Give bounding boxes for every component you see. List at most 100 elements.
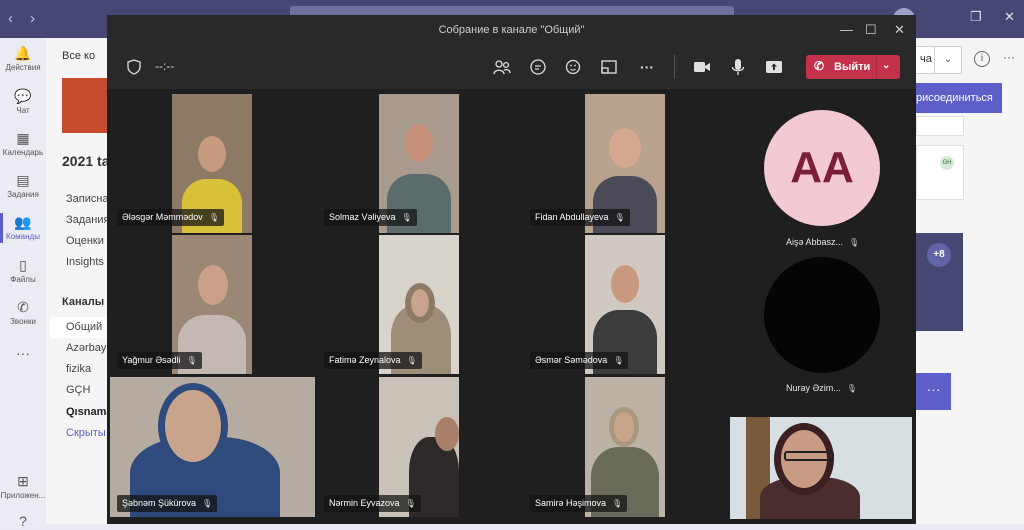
participant-name: Yağmur Əsədli bbox=[122, 355, 181, 365]
participant-name: Şəbnəm Şükürova bbox=[122, 498, 197, 508]
mic-muted-icon: 🎙 bbox=[846, 384, 857, 393]
participant-name: Nuray Əzim... bbox=[786, 383, 841, 393]
leave-button[interactable]: ✆ Выйти ⌄ bbox=[806, 55, 900, 79]
rail-label: Звонки bbox=[10, 317, 36, 326]
participant-name-label: Fidan Abdullayeva 🎙 bbox=[530, 209, 630, 226]
participant-name-label: Ələsgər Məmmədov 🎙 bbox=[117, 209, 224, 226]
rail-assignments[interactable]: ▤ Задания bbox=[0, 171, 46, 199]
camera-icon[interactable] bbox=[692, 57, 712, 77]
chat-icon[interactable] bbox=[528, 57, 548, 77]
close-icon[interactable]: ✕ bbox=[894, 22, 905, 38]
shield-icon bbox=[127, 59, 141, 75]
files-icon: ▯ bbox=[19, 257, 27, 273]
mic-muted-icon: 🎙 bbox=[612, 499, 623, 508]
meeting-timer: --:-- bbox=[155, 59, 175, 73]
apps-icon: ⊞ bbox=[17, 473, 29, 489]
info-icon[interactable]: i bbox=[974, 51, 990, 67]
share-screen-icon[interactable] bbox=[764, 57, 784, 77]
window-close-icon[interactable]: ✕ bbox=[1004, 9, 1015, 25]
user-badge: GH bbox=[940, 156, 954, 170]
help-icon: ? bbox=[19, 513, 27, 529]
maximize-icon[interactable]: ☐ bbox=[865, 22, 877, 38]
participant-name: Ələsgər Məmmədov bbox=[122, 212, 203, 222]
assignments-icon: ▤ bbox=[16, 172, 30, 188]
rail-label: Чат bbox=[16, 106, 30, 115]
participant-name: Fatimə Zeynalova bbox=[329, 355, 401, 365]
participant-name: Samirə Həşimova bbox=[535, 498, 607, 508]
rail-files[interactable]: ▯ Файлы bbox=[0, 256, 46, 284]
participant-face bbox=[405, 124, 433, 162]
chevron-down-icon[interactable]: ⌄ bbox=[934, 46, 962, 74]
rail-calendar[interactable]: ▦ Календарь bbox=[0, 129, 46, 157]
toolbar-divider bbox=[674, 55, 675, 79]
participant-face bbox=[198, 136, 226, 172]
more-actions-button[interactable]: ··· bbox=[916, 373, 951, 410]
participant-name-label: Fatimə Zeynalova 🎙 bbox=[324, 352, 422, 369]
minimize-icon[interactable]: — bbox=[840, 22, 853, 38]
meeting-toolbar: --:-- ··· ✆ Выйти ⌄ bbox=[107, 45, 916, 89]
chevron-down-icon[interactable]: ⌄ bbox=[882, 60, 890, 71]
mic-muted-icon: 🎙 bbox=[613, 356, 624, 365]
participant-name-label: Nuray Əzim... 🎙 bbox=[786, 383, 857, 393]
rail-apps[interactable]: ⊞ Приложен... bbox=[0, 472, 46, 500]
leave-label: Выйти bbox=[834, 61, 871, 73]
participant-name-label: Samirə Həşimova 🎙 bbox=[530, 495, 628, 512]
participant-name: Əsmər Səmədova bbox=[535, 355, 608, 365]
participant-face bbox=[611, 265, 639, 303]
participant-name-label: Nərmin Eyvazova 🎙 bbox=[324, 495, 421, 512]
mic-muted-icon: 🎙 bbox=[614, 213, 625, 222]
mic-muted-icon: 🎙 bbox=[849, 238, 860, 247]
calendar-icon: ▦ bbox=[16, 130, 30, 146]
participant-face bbox=[405, 283, 435, 323]
nav-assignments[interactable]: Задания bbox=[66, 214, 109, 226]
rail-label: Задания bbox=[7, 190, 39, 199]
microphone-icon[interactable] bbox=[728, 57, 748, 77]
rail-teams[interactable]: 👥 Команды bbox=[0, 213, 46, 243]
more-actions-icon[interactable]: ··· bbox=[637, 57, 657, 77]
all-teams-back-link[interactable]: Все ко bbox=[62, 50, 95, 62]
mic-muted-icon: 🎙 bbox=[405, 499, 416, 508]
participant-face bbox=[609, 407, 639, 447]
mic-muted-icon: 🎙 bbox=[401, 213, 412, 222]
share-tray-icon[interactable] bbox=[599, 57, 619, 77]
nav-notebook[interactable]: Записна bbox=[66, 193, 109, 205]
participant-name-label: Aişə Abbasz... 🎙 bbox=[786, 237, 859, 247]
reactions-icon[interactable] bbox=[564, 57, 584, 77]
participant-face bbox=[609, 128, 641, 168]
participant-name-label: Solmaz Vəliyeva 🎙 bbox=[324, 209, 417, 226]
participants-icon[interactable] bbox=[492, 57, 512, 77]
rail-more[interactable]: ··· bbox=[0, 344, 46, 362]
meeting-window: Собрание в канале "Общий" — ☐ ✕ --:-- ··… bbox=[107, 15, 916, 524]
bell-icon: 🔔 bbox=[14, 45, 32, 61]
rail-label: Действия bbox=[5, 63, 41, 72]
participant-avatar[interactable] bbox=[764, 257, 880, 373]
participant-name: Aişə Abbasz... bbox=[786, 237, 844, 247]
rail-activity[interactable]: 🔔 Действия bbox=[0, 44, 46, 72]
rail-label: Файлы bbox=[10, 275, 36, 284]
rail-help[interactable]: ? bbox=[0, 512, 46, 530]
rail-calls[interactable]: ✆ Звонки bbox=[0, 298, 46, 326]
nav-grades[interactable]: Оценки bbox=[66, 235, 104, 247]
mic-muted-icon: 🎙 bbox=[202, 499, 213, 508]
more-icon: ··· bbox=[16, 345, 30, 361]
window-restore-icon[interactable]: ❐ bbox=[970, 9, 982, 25]
participant-avatar[interactable]: AA bbox=[764, 110, 880, 226]
participant-name: Nərmin Eyvazova bbox=[329, 498, 400, 508]
participant-face bbox=[435, 417, 459, 451]
mic-muted-icon: 🎙 bbox=[208, 213, 219, 222]
rail-label: Приложен... bbox=[0, 491, 46, 500]
self-view-video[interactable] bbox=[730, 417, 912, 519]
phone-icon: ✆ bbox=[17, 299, 29, 315]
participant-overflow-badge[interactable]: +8 bbox=[927, 243, 951, 267]
glasses bbox=[784, 451, 834, 461]
participant-name: Solmaz Vəliyeva bbox=[329, 212, 396, 222]
rail-chat[interactable]: 💬 Чат bbox=[0, 87, 46, 115]
post-card bbox=[916, 116, 964, 136]
forward-arrow-icon[interactable]: › bbox=[30, 10, 35, 27]
join-button[interactable]: рисоединиться bbox=[916, 83, 1002, 113]
participant-name: Fidan Abdullayeva bbox=[535, 212, 609, 222]
more-options-icon[interactable]: ··· bbox=[1003, 50, 1015, 64]
nav-insights[interactable]: Insights bbox=[66, 256, 104, 268]
back-arrow-icon[interactable]: ‹ bbox=[8, 10, 13, 27]
mic-muted-icon: 🎙 bbox=[186, 356, 197, 365]
